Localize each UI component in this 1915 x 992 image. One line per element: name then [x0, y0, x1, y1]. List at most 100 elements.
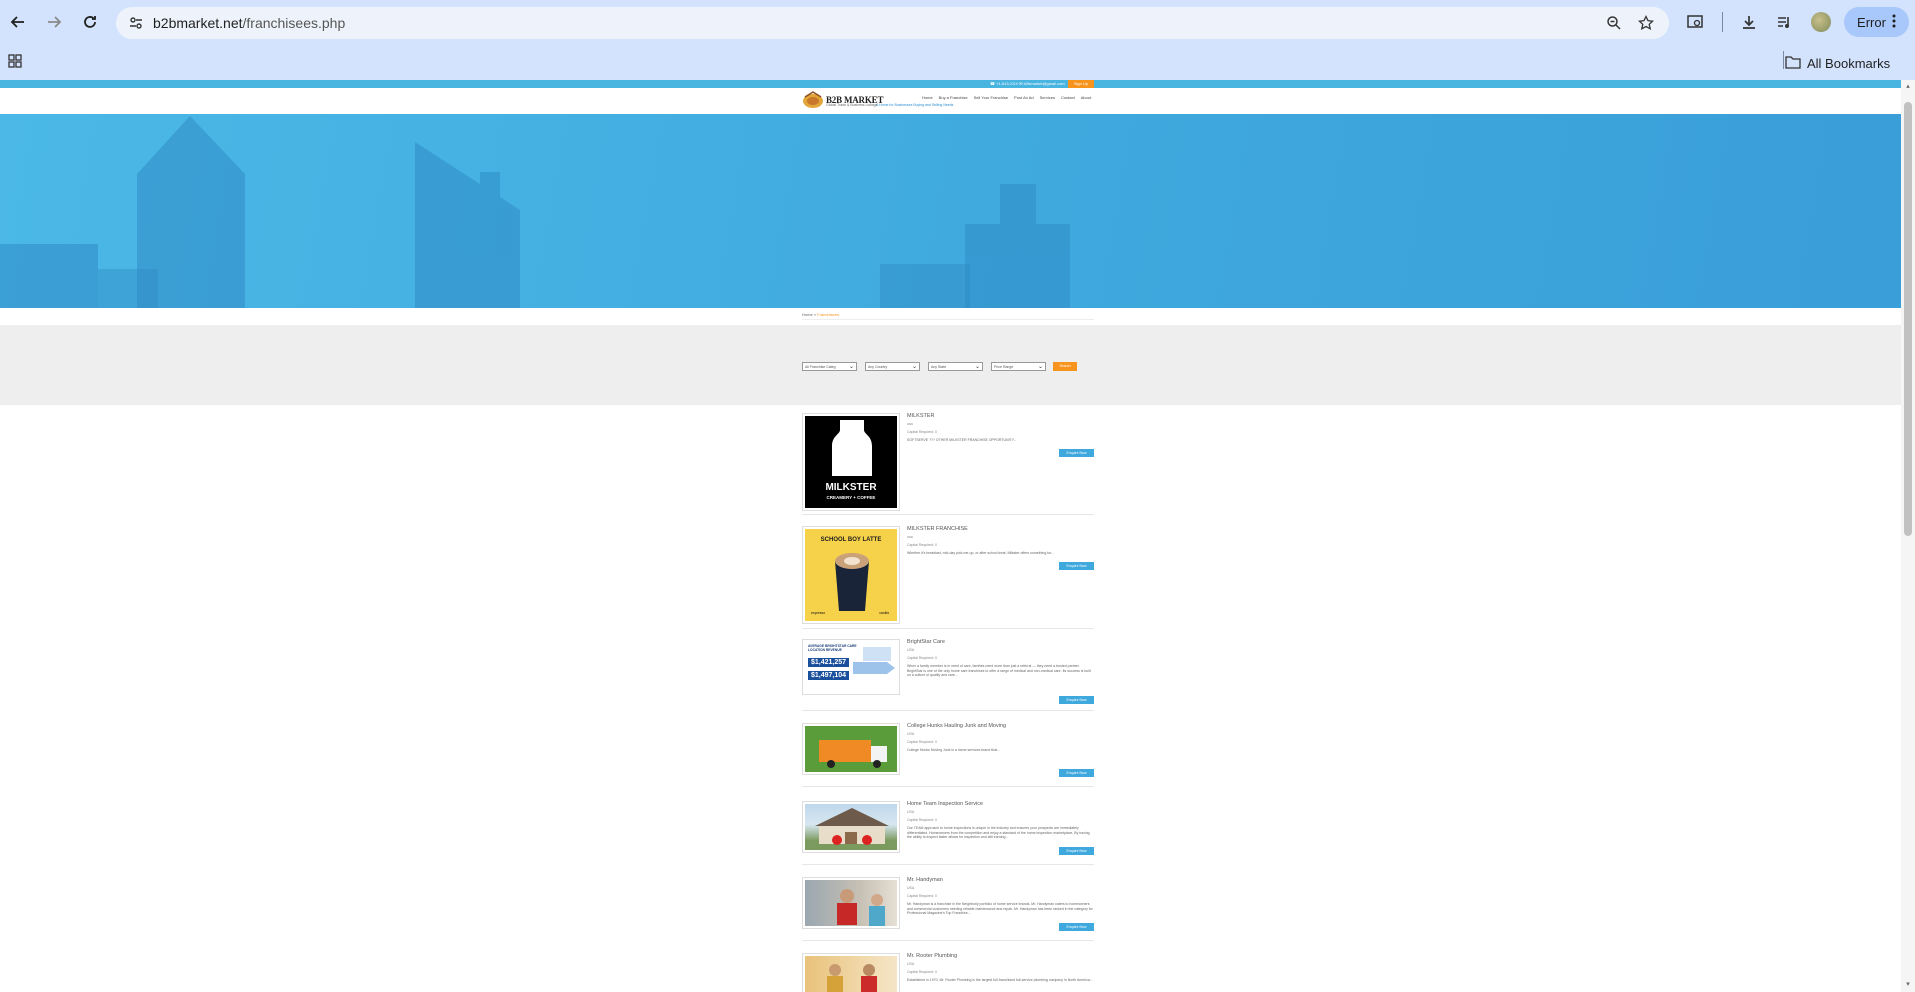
list-item: Mr. Rooter Plumbing USA Capital Required…	[802, 953, 1094, 992]
promo-right-label: vanilla	[879, 611, 889, 615]
listing-country: USA	[907, 962, 915, 966]
listing-capital: Capital Required: 0	[907, 543, 937, 547]
url-host: b2bmarket.net	[153, 15, 243, 31]
address-bar[interactable]: b2bmarket.net/franchisees.php	[116, 7, 1669, 39]
plumber-photo-icon	[827, 964, 877, 992]
reload-icon[interactable]	[76, 8, 104, 36]
url-text[interactable]: b2bmarket.net/franchisees.php	[153, 15, 345, 31]
promo-title: SCHOOL BOY LATTE	[820, 537, 882, 543]
folder-icon	[1785, 55, 1801, 72]
listing-thumbnail[interactable]: MILKSTER CREAMERY + COFFEE	[802, 413, 900, 511]
enquire-now-button[interactable]: Enquire Now	[1059, 769, 1094, 777]
nav-about[interactable]: About	[1081, 95, 1091, 100]
page-scrollbar[interactable]: ▴ ▾	[1901, 80, 1915, 992]
list-item: Home Team Inspection Service USA Capital…	[802, 801, 1094, 876]
zoom-icon[interactable]	[1606, 15, 1622, 36]
list-item: Mr. Handyman USA Capital Required: 0 Mr.…	[802, 877, 1094, 952]
media-control-icon[interactable]	[1772, 10, 1796, 34]
listing-description: Mr. Handyman is a franchise in the Neigh…	[907, 902, 1093, 916]
site-tagline: A Home for Businesses Buying and Selling…	[876, 103, 954, 107]
moving-truck-icon	[819, 740, 887, 768]
listing-country: USA	[907, 886, 915, 890]
nav-sell-franchise[interactable]: Sell Your Franchise	[974, 95, 1008, 100]
enquire-now-button[interactable]: Enquire Now	[1059, 923, 1094, 931]
listing-description: When a family member is in need of care,…	[907, 664, 1091, 678]
main-nav: Home Buy a Franchise Sell Your Franchise…	[922, 95, 1091, 100]
listing-title[interactable]: MILKSTER FRANCHISE	[907, 526, 968, 532]
listing-thumbnail[interactable]	[802, 877, 900, 929]
download-icon[interactable]	[1737, 10, 1761, 34]
nav-buy-franchise[interactable]: Buy a Franchise	[939, 95, 968, 100]
listing-divider	[802, 710, 1094, 711]
scrollbar-thumb[interactable]	[1904, 102, 1912, 536]
chevron-down-icon: ⌄	[848, 364, 854, 370]
listing-thumbnail[interactable]	[802, 953, 900, 992]
breadcrumb-divider	[802, 319, 1094, 320]
category-select[interactable]: All Franchise Categ ⌄	[802, 362, 857, 371]
breadcrumb: Home » Franchisees	[802, 312, 839, 317]
enquire-now-button[interactable]: Enquire Now	[1059, 847, 1094, 855]
listing-capital: Capital Required: 0	[907, 970, 937, 974]
bookmarks-bar: All Bookmarks	[0, 46, 1915, 80]
back-icon[interactable]	[4, 8, 32, 36]
all-bookmarks-button[interactable]: All Bookmarks	[1785, 50, 1890, 76]
toolbar-divider	[1722, 12, 1723, 32]
listing-capital: Capital Required: 0	[907, 818, 937, 822]
logo-subtitle: Global Trade & Business Listings	[826, 103, 878, 107]
enquire-now-button[interactable]: Enquire Now	[1059, 696, 1094, 704]
listing-description: Our TEAM approach to home inspections is…	[907, 826, 1090, 840]
country-select-value: Any Country	[868, 365, 888, 369]
logo-globe-icon	[802, 91, 824, 109]
nav-home[interactable]: Home	[922, 95, 933, 100]
country-select[interactable]: Any Country ⌄	[865, 362, 920, 371]
listing-country: USA	[907, 648, 915, 652]
forward-icon[interactable]	[40, 8, 68, 36]
search-button[interactable]: Search	[1053, 362, 1077, 371]
revenue-arrow-graphic	[853, 647, 895, 674]
nav-post-ad[interactable]: Post An Ad	[1014, 95, 1034, 100]
listing-thumbnail[interactable]: SCHOOL BOY LATTE espresso vanilla	[802, 526, 900, 624]
hero-banner	[0, 114, 1901, 308]
hero-skyline-illustration	[0, 116, 1070, 308]
list-item: MILKSTER CREAMERY + COFFEE MILKSTER usa …	[802, 413, 1094, 515]
listing-thumbnail[interactable]	[802, 723, 900, 775]
signup-button[interactable]: Sign Up	[1068, 80, 1094, 88]
tab-search-icon[interactable]	[1683, 10, 1707, 34]
nav-contact[interactable]: Contact	[1061, 95, 1075, 100]
listing-divider	[802, 864, 1094, 865]
bookmark-star-icon[interactable]	[1637, 14, 1655, 36]
listing-title[interactable]: College Hunks Hauling Junk and Moving	[907, 723, 1006, 729]
listing-title[interactable]: MILKSTER	[907, 413, 935, 419]
list-item: SCHOOL BOY LATTE espresso vanilla MILKST…	[802, 526, 1094, 629]
bookmarks-divider	[1783, 51, 1784, 69]
listing-thumbnail[interactable]	[802, 801, 900, 853]
profile-error-label: Error	[1857, 14, 1886, 30]
house-icon	[815, 808, 889, 845]
listing-description: Whether it's breakfast, mid-day pick-me-…	[907, 551, 1055, 555]
handyman-photo-icon	[837, 889, 885, 926]
scroll-up-icon[interactable]: ▴	[1904, 82, 1912, 90]
listing-title[interactable]: Home Team Inspection Service	[907, 801, 983, 807]
enquire-now-button[interactable]: Enquire Now	[1059, 562, 1094, 570]
listing-title[interactable]: Mr. Handyman	[907, 877, 943, 883]
nav-services[interactable]: Services	[1040, 95, 1055, 100]
profile-error-button[interactable]: Error	[1844, 7, 1909, 37]
listing-thumbnail[interactable]: AVERAGE BRIGHTSTAR CARE LOCATION REVENUE…	[802, 639, 900, 695]
breadcrumb-separator: »	[813, 312, 817, 317]
state-select[interactable]: Any State ⌄	[928, 362, 983, 371]
avatar[interactable]	[1809, 10, 1833, 34]
listing-title[interactable]: Mr. Rooter Plumbing	[907, 953, 957, 959]
listing-capital: Capital Required: 0	[907, 894, 937, 898]
listing-description: College Hunks Moving Junk is a home serv…	[907, 748, 1000, 752]
apps-grid-icon[interactable]	[8, 54, 26, 72]
listing-country: usa	[907, 535, 913, 539]
listing-capital: Capital Required: 0	[907, 430, 937, 434]
listing-title[interactable]: BrightStar Care	[907, 639, 945, 645]
scroll-down-icon[interactable]: ▾	[1904, 980, 1912, 988]
price-select[interactable]: Price Range ⌄	[991, 362, 1046, 371]
breadcrumb-home[interactable]: Home	[802, 312, 813, 317]
site-info-icon[interactable]	[128, 15, 144, 36]
breadcrumb-current: Franchisees	[817, 312, 839, 317]
enquire-now-button[interactable]: Enquire Now	[1059, 449, 1094, 457]
chevron-down-icon: ⌄	[974, 364, 980, 370]
